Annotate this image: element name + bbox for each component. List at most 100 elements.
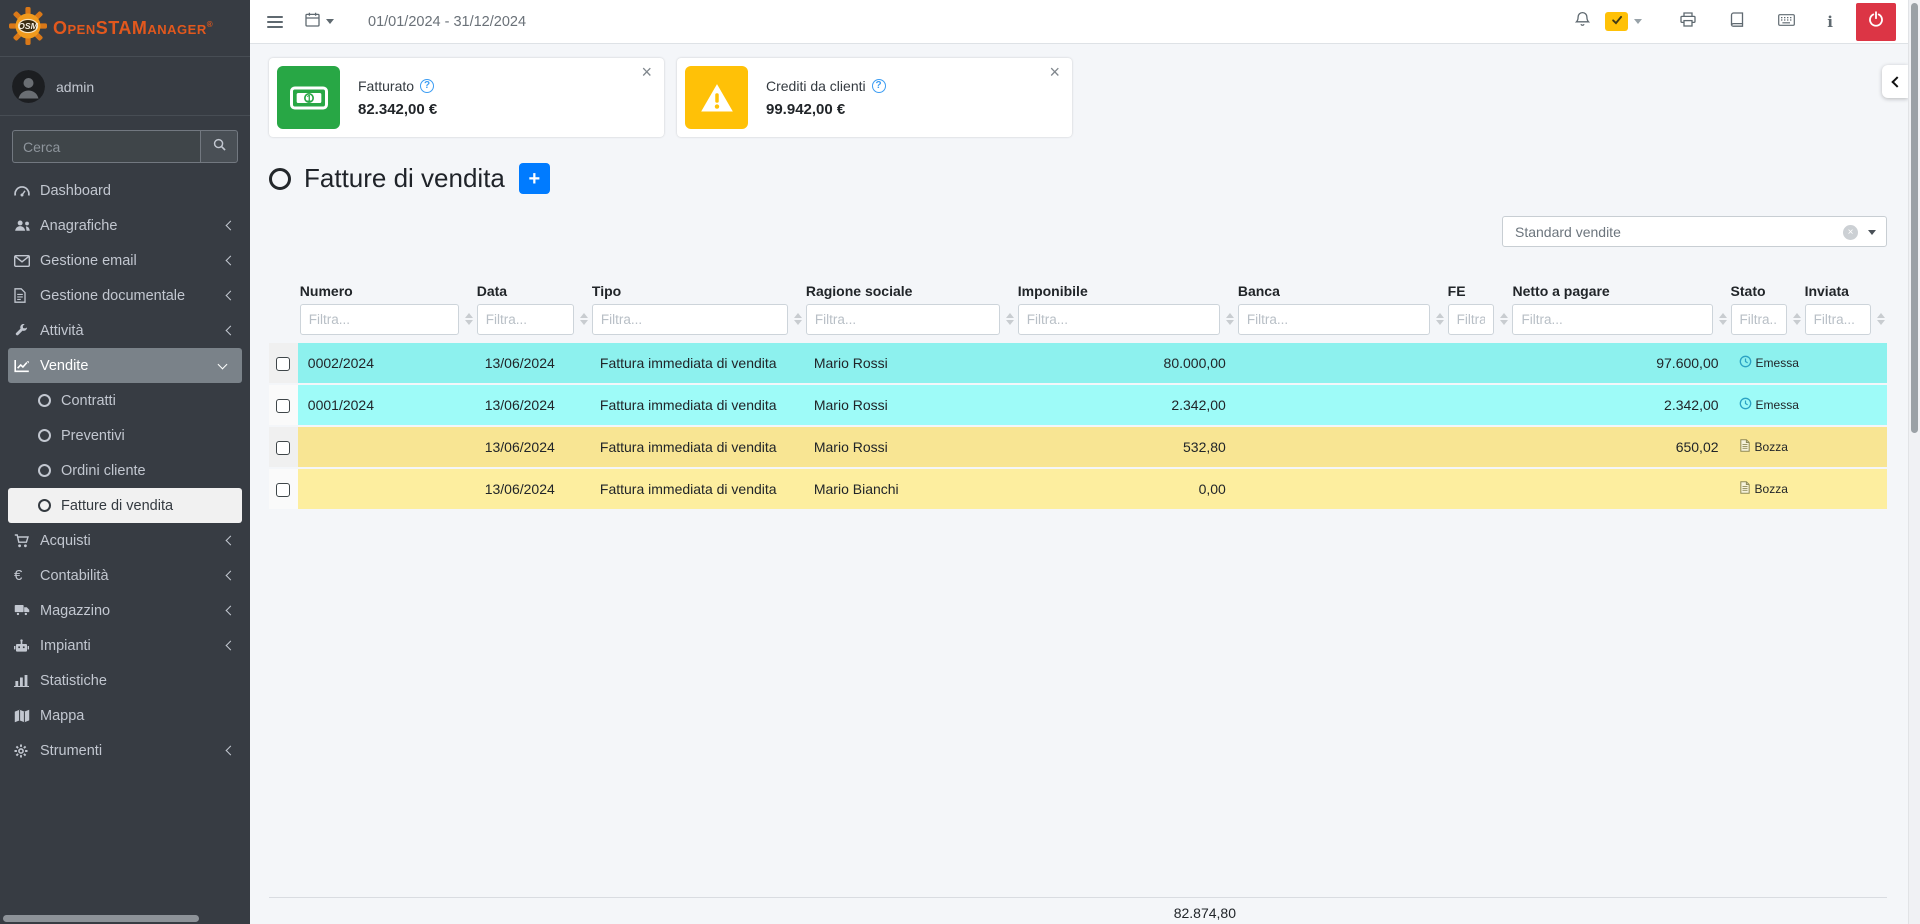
period-picker[interactable] — [305, 12, 334, 32]
sidebar-item-mappa[interactable]: Mappa — [0, 698, 250, 733]
circle-icon — [38, 464, 51, 477]
user-panel[interactable]: admin — [0, 57, 250, 116]
sidebar-item-strumenti[interactable]: Strumenti — [0, 733, 250, 768]
bell-icon — [1575, 11, 1590, 32]
column-stato: Stato — [1729, 283, 1803, 341]
sort-icon[interactable] — [1226, 313, 1234, 325]
caret-down-icon — [326, 19, 334, 24]
circle-icon — [38, 499, 51, 512]
sidebar-item-magazzino[interactable]: Magazzino — [0, 593, 250, 628]
docs-button[interactable] — [1717, 12, 1757, 32]
brand[interactable]: OSM OpenSTAManager® — [0, 0, 250, 57]
sort-icon[interactable] — [1793, 313, 1801, 325]
filter-fe-input[interactable] — [1448, 304, 1495, 335]
sidebar-horizontal-scrollbar[interactable] — [3, 915, 199, 922]
sidebar-item-acquisti[interactable]: Acquisti — [0, 523, 250, 558]
cell-ragione-sociale: Mario Bianchi — [804, 469, 1016, 509]
sort-icon[interactable] — [794, 313, 802, 325]
cell-inviata — [1803, 343, 1887, 383]
filter-tipo-input[interactable] — [592, 304, 788, 335]
row-checkbox[interactable] — [276, 399, 290, 413]
shortcuts-button[interactable] — [1765, 13, 1808, 31]
table-row[interactable]: 0001/2024 13/06/2024 Fattura immediata d… — [269, 385, 1887, 425]
sidebar-item-impianti[interactable]: Impianti — [0, 628, 250, 663]
sort-icon[interactable] — [1436, 313, 1444, 325]
info-button[interactable]: i — [1814, 13, 1846, 31]
svg-text:OSM: OSM — [18, 21, 38, 31]
filter-stato-input[interactable] — [1731, 304, 1787, 335]
sidebar-item-vendite[interactable]: Vendite — [8, 348, 242, 383]
cell-imponibile: 0,00 — [1016, 469, 1236, 509]
cell-banca — [1236, 385, 1446, 425]
check-icon — [1611, 13, 1623, 31]
clear-icon[interactable]: × — [1843, 225, 1858, 240]
cell-data: 13/06/2024 — [475, 385, 590, 425]
search-button[interactable] — [200, 130, 238, 163]
chevron-left-icon — [226, 641, 236, 651]
table-row[interactable]: 0002/2024 13/06/2024 Fattura immediata d… — [269, 343, 1887, 383]
cell-stato: Emessa — [1729, 385, 1803, 425]
filter-imponibile-input[interactable] — [1018, 304, 1220, 335]
filter-banca-input[interactable] — [1238, 304, 1430, 335]
filter-netto-input[interactable] — [1512, 304, 1712, 335]
sidebar-item-preventivi[interactable]: Preventivi — [0, 418, 250, 453]
sidebar-item-label: Impianti — [40, 638, 91, 654]
menu-icon[interactable] — [267, 16, 283, 28]
row-checkbox[interactable] — [276, 441, 290, 455]
add-invoice-button[interactable]: + — [519, 163, 550, 194]
sidebar-item-dashboard[interactable]: Dashboard — [0, 173, 250, 208]
search-input[interactable] — [12, 130, 200, 163]
sort-icon[interactable] — [465, 313, 473, 325]
cell-netto: 2.342,00 — [1510, 385, 1728, 425]
sidebar-item-attivita[interactable]: Attività — [0, 313, 250, 348]
svg-text:1: 1 — [306, 93, 311, 103]
help-icon[interactable]: ? — [872, 79, 886, 93]
notifications-button[interactable] — [1562, 11, 1603, 32]
filter-ragione-sociale-input[interactable] — [806, 304, 1000, 335]
filter-data-input[interactable] — [477, 304, 574, 335]
info-icon: i — [1827, 13, 1833, 31]
sidebar-item-fatture-di-vendita[interactable]: Fatture di vendita — [8, 488, 242, 523]
close-icon[interactable]: × — [1049, 62, 1060, 83]
sidebar-item-gestione-email[interactable]: Gestione email — [0, 243, 250, 278]
sidebar-item-ordini-cliente[interactable]: Ordini cliente — [0, 453, 250, 488]
scrollbar-thumb[interactable] — [1911, 3, 1918, 433]
sort-icon[interactable] — [1719, 313, 1727, 325]
chevron-left-icon — [226, 291, 236, 301]
cell-tipo: Fattura immediata di vendita — [590, 427, 804, 467]
sidebar-item-label: Vendite — [40, 358, 88, 374]
sidebar-item-gestione-documentale[interactable]: Gestione documentale — [0, 278, 250, 313]
sidebar-item-label: Ordini cliente — [61, 463, 146, 479]
sort-icon[interactable] — [580, 313, 588, 325]
sidebar-nav: Dashboard Anagrafiche Gestione email Ges… — [0, 173, 250, 768]
date-range[interactable]: 01/01/2024 - 31/12/2024 — [368, 14, 526, 30]
table-row[interactable]: 13/06/2024 Fattura immediata di vendita … — [269, 469, 1887, 509]
row-checkbox[interactable] — [276, 357, 290, 371]
cell-fe — [1446, 385, 1511, 425]
sidebar-item-anagrafiche[interactable]: Anagrafiche — [0, 208, 250, 243]
cell-stato: Bozza — [1729, 469, 1803, 509]
table-row[interactable]: 13/06/2024 Fattura immediata di vendita … — [269, 427, 1887, 467]
calendar-icon — [305, 12, 320, 32]
sidebar-item-contratti[interactable]: Contratti — [0, 383, 250, 418]
vertical-scrollbar[interactable] — [1908, 0, 1920, 924]
filter-inviata-input[interactable] — [1805, 304, 1871, 335]
sort-icon[interactable] — [1877, 313, 1885, 325]
tasks-dropdown[interactable] — [1603, 12, 1655, 31]
row-checkbox[interactable] — [276, 483, 290, 497]
logout-button[interactable] — [1856, 3, 1896, 41]
cell-imponibile: 2.342,00 — [1016, 385, 1236, 425]
control-sidebar-toggle[interactable] — [1882, 65, 1908, 98]
close-icon[interactable]: × — [641, 62, 652, 83]
sidebar-item-statistiche[interactable]: Statistiche — [0, 663, 250, 698]
widget-fatturato: 1 Fatturato ? 82.342,00 € × — [269, 58, 664, 137]
filter-numero-input[interactable] — [300, 304, 459, 335]
sort-icon[interactable] — [1500, 313, 1508, 325]
print-button[interactable] — [1667, 12, 1709, 32]
page-header: Fatture di vendita + — [269, 163, 1887, 194]
sort-icon[interactable] — [1006, 313, 1014, 325]
help-icon[interactable]: ? — [420, 79, 434, 93]
column-netto-a-pagare: Netto a pagare — [1510, 283, 1728, 341]
sidebar-item-contabilita[interactable]: € Contabilità — [0, 558, 250, 593]
plugin-filter-select[interactable]: Standard vendite × — [1502, 216, 1887, 247]
